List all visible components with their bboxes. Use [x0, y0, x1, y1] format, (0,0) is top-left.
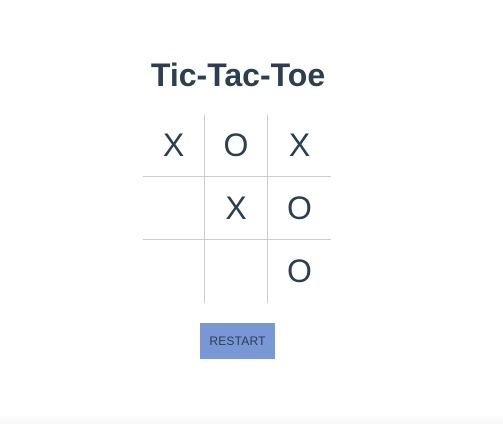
cell-1-1[interactable]: X — [205, 177, 268, 240]
game-board: X O X X O O — [143, 115, 331, 303]
cell-1-0[interactable] — [143, 177, 205, 240]
cell-0-0[interactable]: X — [143, 115, 205, 177]
cell-2-1[interactable] — [205, 240, 268, 303]
cell-0-2[interactable]: X — [268, 115, 331, 177]
cell-2-2[interactable]: O — [268, 240, 331, 303]
cell-2-0[interactable] — [143, 240, 205, 303]
cell-1-2[interactable]: O — [268, 177, 331, 240]
game-title: Tic-Tac-Toe — [150, 57, 326, 93]
cell-0-1[interactable]: O — [205, 115, 268, 177]
page-bottom-divider — [0, 414, 503, 424]
restart-button[interactable]: RESTART — [200, 323, 275, 359]
